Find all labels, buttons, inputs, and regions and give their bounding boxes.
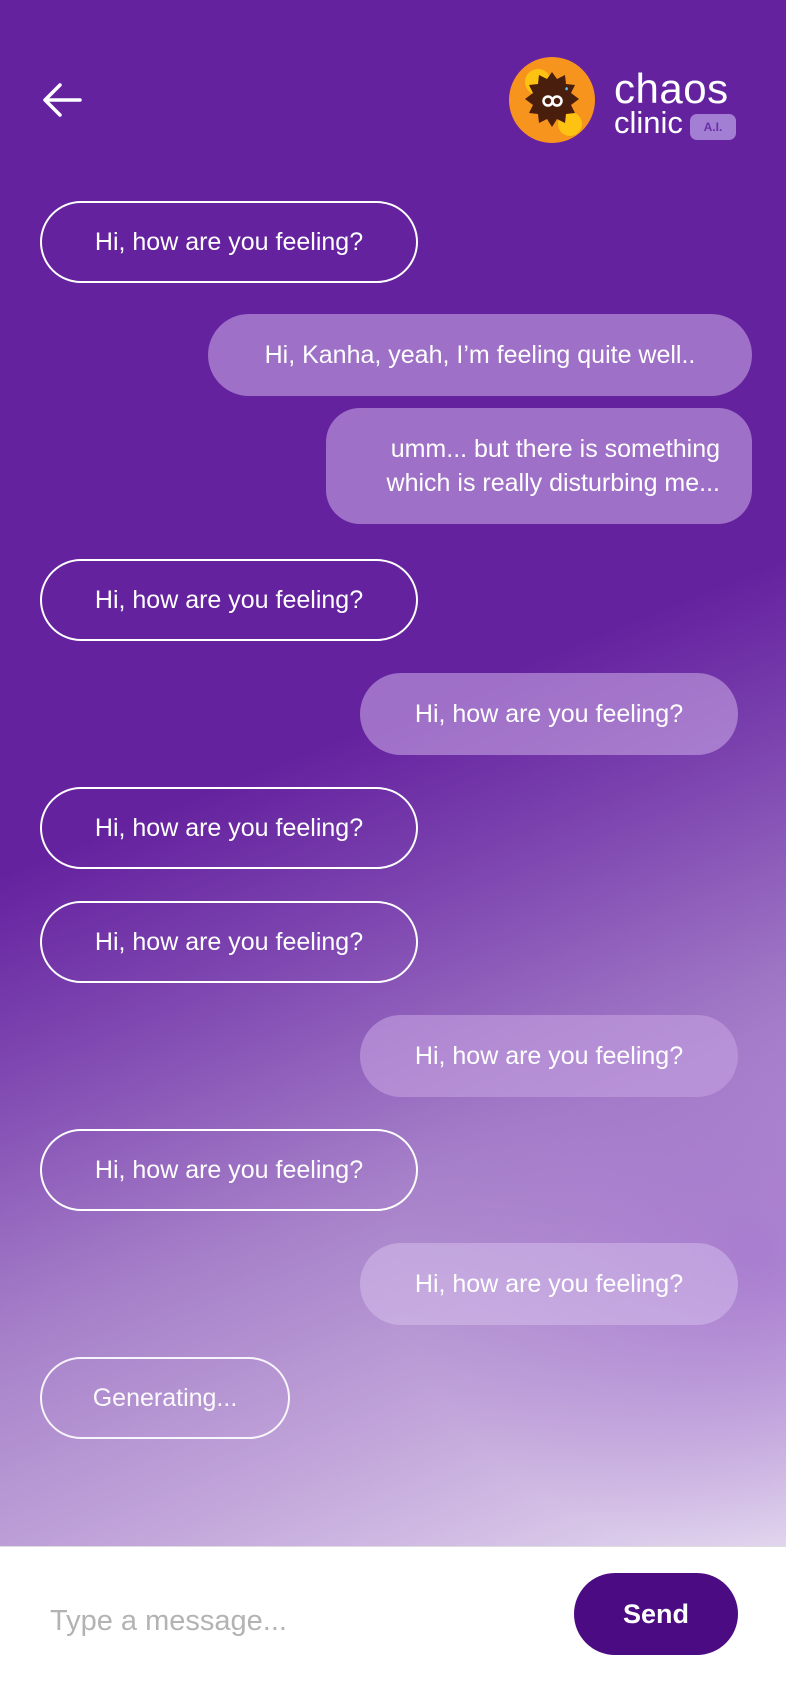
bot-message: Hi, how are you feeling?	[40, 787, 418, 869]
brand: chaos clinic A.I.	[614, 65, 774, 140]
message-text: Hi, how are you feeling?	[94, 928, 364, 956]
chaos-clinic-logo-icon	[508, 56, 596, 144]
user-message: Hi, how are you feeling?	[360, 673, 738, 755]
message-line: umm... but there is something	[390, 435, 720, 463]
message-text: Hi, how are you feeling?	[94, 814, 364, 842]
message-text: Hi, how are you feeling?	[94, 228, 364, 256]
generating-text: Generating...	[92, 1384, 238, 1412]
message-text: Hi, how are you feeling?	[414, 700, 684, 728]
user-message: Hi, Kanha, yeah, I’m feeling quite well.…	[208, 314, 752, 396]
message-line: which is really disturbing me...	[386, 469, 720, 497]
message-text: Hi, how are you feeling?	[414, 1270, 684, 1298]
user-message: umm... but there is something which is r…	[326, 408, 752, 524]
user-message: Hi, how are you feeling?	[360, 1015, 738, 1097]
bot-message: Hi, how are you feeling?	[40, 901, 418, 983]
message-text: Hi, how are you feeling?	[94, 586, 364, 614]
brand-sub: clinic	[614, 105, 683, 140]
message-input[interactable]	[48, 1595, 552, 1647]
user-message: Hi, how are you feeling?	[360, 1243, 738, 1325]
message-text: Hi, how are you feeling?	[414, 1042, 684, 1070]
message-text: umm... but there is something which is r…	[387, 432, 720, 500]
ai-badge: A.I.	[690, 114, 736, 140]
message-text: Hi, how are you feeling?	[94, 1156, 364, 1184]
send-button[interactable]: Send	[574, 1573, 738, 1655]
bot-message: Hi, how are you feeling?	[40, 201, 418, 283]
back-button[interactable]	[40, 80, 84, 120]
arrow-left-icon	[43, 83, 82, 117]
generating-indicator: Generating...	[40, 1357, 290, 1439]
brand-name: chaos	[614, 65, 729, 112]
message-composer: Send	[0, 1546, 786, 1705]
bot-message: Hi, how are you feeling?	[40, 559, 418, 641]
bot-message: Hi, how are you feeling?	[40, 1129, 418, 1211]
message-text: Hi, Kanha, yeah, I’m feeling quite well.…	[264, 341, 696, 369]
